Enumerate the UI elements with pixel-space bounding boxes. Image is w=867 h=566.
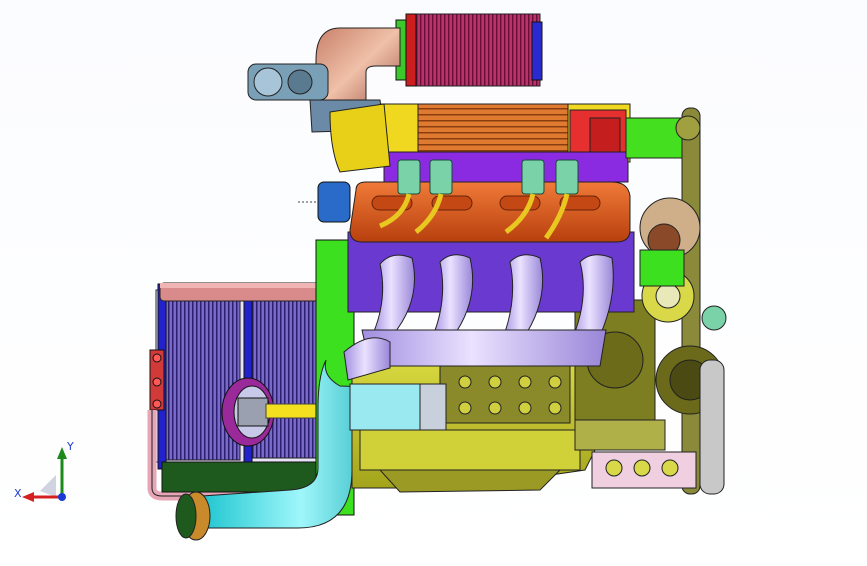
valve-cover[interactable] (349, 181, 631, 243)
3d-viewport[interactable]: Y X (0, 0, 867, 562)
bottom-coupler[interactable] (175, 491, 211, 541)
coordinate-triad[interactable]: Y X (10, 435, 80, 515)
air-filter[interactable] (395, 13, 543, 87)
intake-elbow-duct[interactable] (315, 27, 401, 109)
blower-snout[interactable] (329, 103, 391, 173)
engine-model[interactable] (0, 0, 867, 562)
triad-x-label: X (14, 487, 22, 500)
triad-y-label: Y (67, 440, 74, 453)
map-sensor[interactable] (317, 181, 351, 223)
